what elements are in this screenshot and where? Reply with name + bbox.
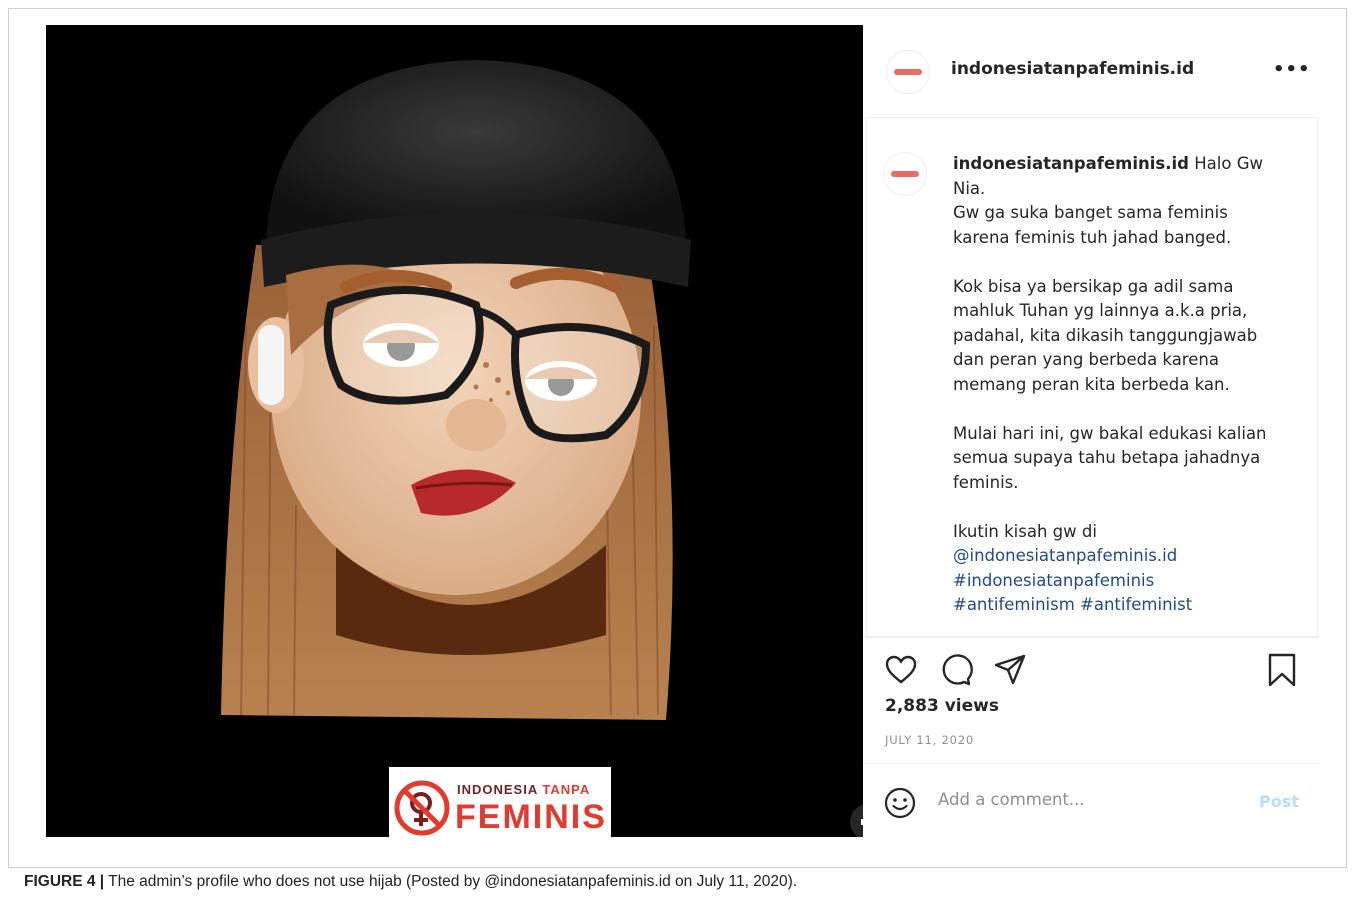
no-venus-symbol-icon — [394, 780, 450, 836]
caption-avatar[interactable] — [883, 152, 927, 196]
share-icon[interactable] — [993, 653, 1027, 687]
bookmark-icon[interactable] — [1265, 653, 1299, 687]
brand-text-top: INDONESIA TANPA — [457, 782, 591, 797]
post-side-panel: indonesiatanpafeminis.id ••• indonesiata… — [863, 25, 1320, 837]
emoji-icon[interactable] — [883, 786, 917, 820]
post-username[interactable]: indonesiatanpafeminis.id — [951, 59, 1194, 79]
more-horizontal-icon[interactable]: ••• — [1273, 59, 1311, 80]
comment-icon[interactable] — [939, 653, 973, 687]
post-date: JULY 11, 2020 — [885, 733, 974, 747]
heart-icon[interactable] — [884, 653, 918, 687]
comment-input[interactable] — [938, 790, 1238, 809]
figure-caption: FIGURE 4 | The admin’s profile who does … — [24, 873, 798, 890]
post-comment-button[interactable]: Post — [1259, 792, 1299, 811]
divider — [863, 763, 1320, 764]
mention-link[interactable]: @indonesiatanpafeminis.id — [953, 544, 1283, 569]
hashtag-link[interactable]: #indonesiatanpafeminis — [953, 569, 1283, 594]
view-count: 2,883 views — [885, 696, 999, 716]
memoji-avatar-image — [46, 25, 863, 837]
brand-watermark: INDONESIA TANPA FEMINIS — [389, 767, 611, 837]
hashtag-links[interactable]: #antifeminism #antifeminist — [953, 593, 1283, 618]
avatar[interactable] — [886, 50, 930, 94]
caption-username[interactable]: indonesiatanpafeminis.id — [953, 154, 1189, 173]
post-caption: indonesiatanpafeminis.id Halo Gw Nia. Gw … — [953, 152, 1283, 618]
post-media-video[interactable]: INDONESIA TANPA FEMINIS — [46, 25, 863, 837]
divider — [863, 637, 1320, 638]
brand-text-main: FEMINIS — [455, 798, 607, 836]
